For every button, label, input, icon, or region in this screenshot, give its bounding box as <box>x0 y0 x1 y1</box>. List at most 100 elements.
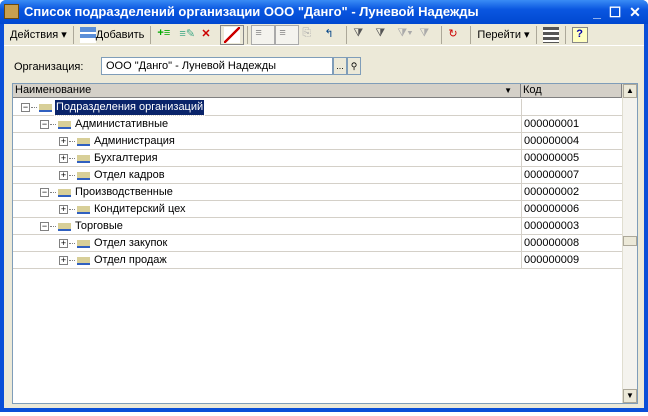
vertical-scrollbar[interactable]: ▲ ▼ <box>622 84 637 403</box>
delete-button[interactable]: ✕ <box>198 25 220 45</box>
row-code: 000000003 <box>521 218 622 235</box>
collapse-icon[interactable]: − <box>21 103 30 112</box>
title-bar: Список подразделений организации ООО "Да… <box>0 0 648 24</box>
folder-icon <box>77 172 90 180</box>
expand-icon[interactable]: + <box>59 137 68 146</box>
organization-field[interactable]: ООО "Данго" - Луневой Надежды <box>101 57 333 75</box>
add-group-button[interactable]: +≡ <box>154 25 176 45</box>
expand-icon[interactable]: + <box>59 154 68 163</box>
separator <box>535 25 537 44</box>
expand-icon[interactable]: + <box>59 239 68 248</box>
separator <box>247 25 249 44</box>
folder-icon <box>58 121 71 129</box>
tree-line <box>69 260 75 261</box>
select-button[interactable]: ... <box>333 57 347 75</box>
search-button[interactable]: ⚲ <box>347 57 361 75</box>
folder-icon <box>77 138 90 146</box>
hierarchy-button[interactable]: ≡ <box>251 24 276 45</box>
tree-line <box>69 209 75 210</box>
separator <box>150 25 152 44</box>
scroll-thumb[interactable] <box>623 236 637 246</box>
filter-value-button[interactable]: ⧩ <box>372 25 394 45</box>
row-name: Торговые <box>75 220 123 232</box>
table-row[interactable]: − Производственные 000000002 <box>13 184 622 201</box>
row-code: 000000007 <box>521 167 622 184</box>
goto-label: Перейти <box>477 28 521 41</box>
collapse-icon[interactable]: − <box>40 120 49 129</box>
tree-line <box>50 124 56 125</box>
goto-menu[interactable]: Перейти ▾ <box>474 25 532 45</box>
row-code <box>521 99 622 116</box>
separator <box>470 25 472 44</box>
expand-icon[interactable]: + <box>59 171 68 180</box>
table-row[interactable]: + Бухгалтерия 000000005 <box>13 150 622 167</box>
scroll-down-button[interactable]: ▼ <box>623 389 637 403</box>
row-name: Администативные <box>75 118 169 130</box>
table-row[interactable]: − Администативные 000000001 <box>13 116 622 133</box>
scroll-up-button[interactable]: ▲ <box>623 84 637 98</box>
edit-button[interactable]: ≡✎ <box>176 25 198 45</box>
folder-icon <box>77 155 90 163</box>
clear-filter-button[interactable]: ⧩ <box>416 25 438 45</box>
organization-label: Организация: <box>14 61 84 73</box>
row-name: Отдел кадров <box>94 169 165 181</box>
row-name: Отдел продаж <box>94 254 167 266</box>
minimize-button[interactable]: _ <box>588 4 606 20</box>
expand-icon[interactable]: + <box>59 256 68 265</box>
tree-line <box>69 243 75 244</box>
tree-line <box>69 141 75 142</box>
strike-icon <box>224 26 241 43</box>
copy-button[interactable]: ⎘ <box>299 25 321 45</box>
table-row[interactable]: − Торговые 000000003 <box>13 218 622 235</box>
header-label: Наименование <box>15 84 92 96</box>
table-row[interactable]: + Администрация 000000004 <box>13 133 622 150</box>
add-button[interactable]: Добавить <box>77 25 148 45</box>
expand-icon[interactable]: + <box>59 205 68 214</box>
table-row[interactable]: + Отдел кадров 000000007 <box>13 167 622 184</box>
row-name: Отдел закупок <box>94 237 168 249</box>
actions-menu[interactable]: Действия ▾ <box>7 25 70 45</box>
separator <box>441 25 443 44</box>
row-name: Кондитерский цех <box>94 203 186 215</box>
row-code: 000000008 <box>521 235 622 252</box>
row-name: Производственные <box>75 186 173 198</box>
folder-icon <box>39 104 52 112</box>
filter-history-button[interactable]: ⧩▾ <box>394 25 416 45</box>
row-code: 000000009 <box>521 252 622 269</box>
move-up-button[interactable]: ↰ <box>321 25 343 45</box>
folder-icon <box>77 257 90 265</box>
mark-delete-button[interactable] <box>220 24 245 45</box>
folder-icon <box>77 240 90 248</box>
table-row[interactable]: + Кондитерский цех 000000006 <box>13 201 622 218</box>
departments-table[interactable]: Наименование ▼ Код − Подразделения органи… <box>12 83 638 404</box>
table-row[interactable]: + Отдел закупок 000000008 <box>13 235 622 252</box>
help-button[interactable]: ? <box>569 25 591 45</box>
separator <box>346 25 348 44</box>
row-name: Администрация <box>94 135 175 147</box>
tree-line <box>50 226 56 227</box>
refresh-button[interactable]: ↻ <box>445 25 467 45</box>
columns-button[interactable] <box>540 25 562 45</box>
column-header-code[interactable]: Код <box>521 84 622 98</box>
window: Список подразделений организации ООО "Да… <box>0 0 648 412</box>
filter-button[interactable]: ⧩ <box>350 25 372 45</box>
row-code: 000000005 <box>521 150 622 167</box>
collapse-icon[interactable]: − <box>40 188 49 197</box>
window-title: Список подразделений организации ООО "Да… <box>24 4 479 19</box>
row-code: 000000006 <box>521 201 622 218</box>
column-header-name[interactable]: Наименование ▼ <box>13 84 521 98</box>
toolbar: Действия ▾ Добавить +≡ ≡✎ ✕ ≡ ≡ ⎘ ↰ ⧩ ⧩ … <box>4 24 644 46</box>
table-row[interactable]: + Отдел продаж 000000009 <box>13 252 622 269</box>
help-icon: ? <box>571 26 588 43</box>
table-row[interactable]: − Подразделения организаций <box>13 99 622 116</box>
tree-line <box>50 192 56 193</box>
actions-label: Действия <box>10 28 59 41</box>
tree-line <box>31 107 37 108</box>
folder-icon <box>77 206 90 214</box>
row-code: 000000002 <box>521 184 622 201</box>
list-mode-button[interactable]: ≡ <box>275 24 300 45</box>
maximize-button[interactable]: ☐ <box>606 4 624 20</box>
collapse-icon[interactable]: − <box>40 222 49 231</box>
close-button[interactable]: ✕ <box>626 4 644 20</box>
folder-icon <box>58 223 71 231</box>
